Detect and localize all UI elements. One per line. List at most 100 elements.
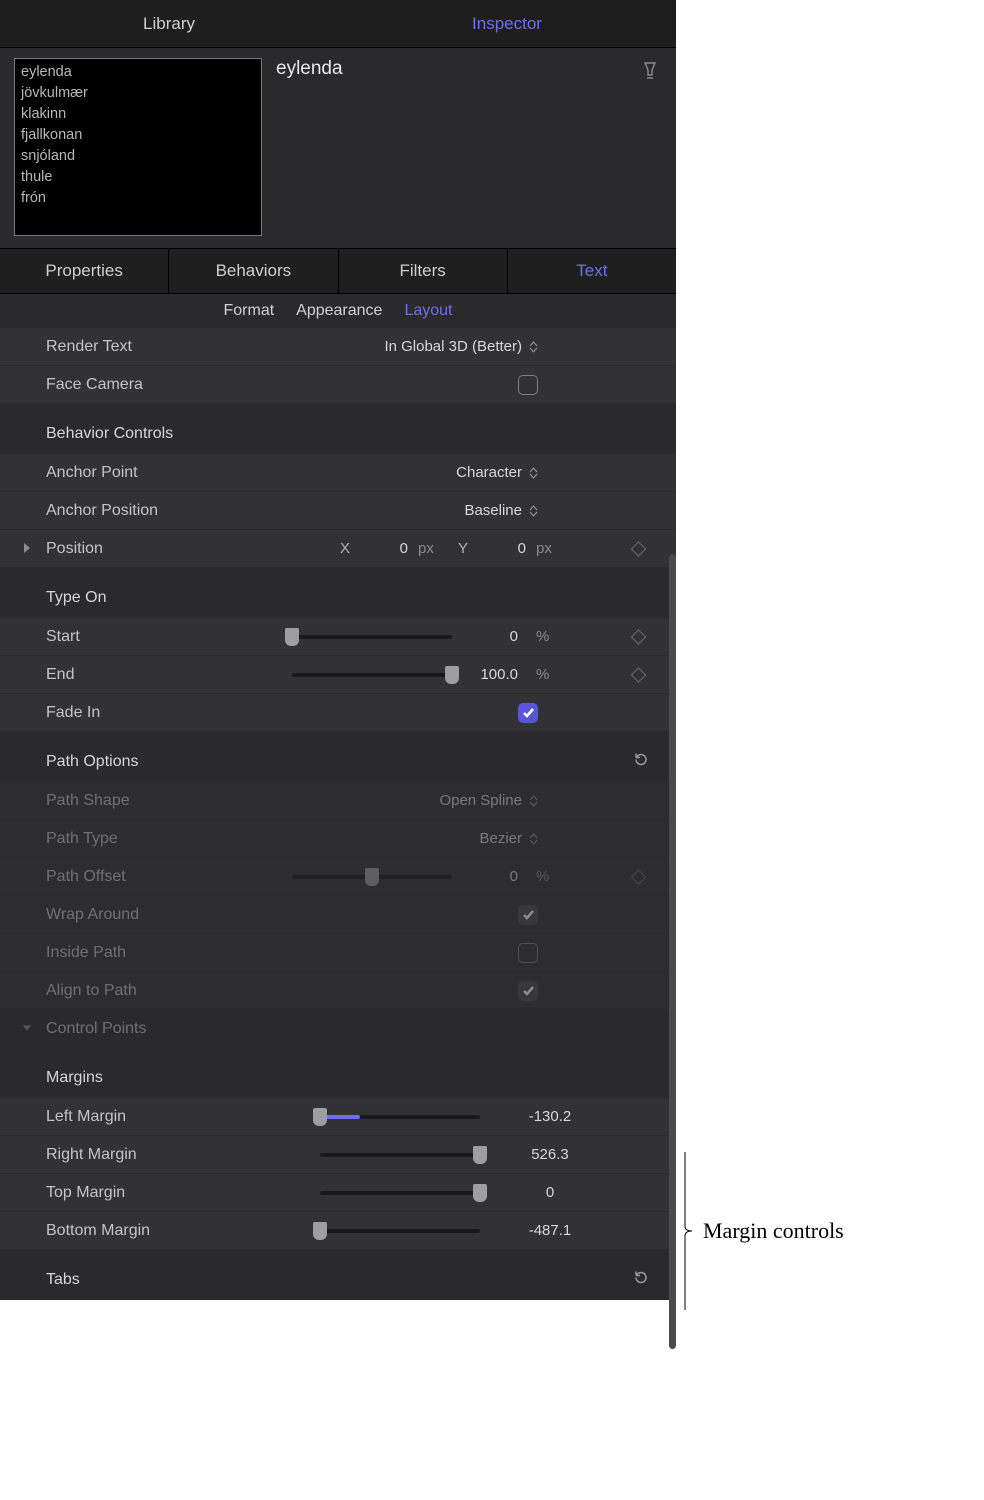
row-position: Position X 0 px Y 0 px [0, 530, 676, 568]
path-offset-value: 0 [470, 868, 518, 885]
wrap-around-checkbox [518, 905, 538, 925]
subtab-filters[interactable]: Filters [339, 249, 508, 293]
row-start: Start 0 % [0, 618, 676, 656]
row-inside-path: Inside Path [0, 934, 676, 972]
top-margin-slider[interactable] [320, 1191, 480, 1195]
start-slider[interactable] [292, 635, 452, 639]
anchor-point-dropdown[interactable]: Character [456, 464, 538, 481]
row-render-text: Render Text In Global 3D (Better) [0, 328, 676, 366]
tab-inspector[interactable]: Inspector [338, 0, 676, 47]
section-margins: Margins [0, 1058, 676, 1098]
path-offset-label: Path Offset [46, 868, 206, 886]
mode-format[interactable]: Format [223, 302, 274, 320]
sub-tabs: Properties Behaviors Filters Text [0, 248, 676, 294]
left-margin-value[interactable]: -130.2 [510, 1108, 590, 1125]
section-path-options: Path Options [0, 742, 676, 782]
render-text-value: In Global 3D (Better) [384, 338, 522, 355]
left-margin-slider[interactable] [320, 1115, 480, 1119]
render-text-label: Render Text [46, 338, 206, 356]
control-points-label: Control Points [46, 1020, 206, 1038]
wrap-around-label: Wrap Around [46, 906, 206, 924]
stepper-icon [529, 341, 538, 353]
tab-library[interactable]: Library [0, 0, 338, 47]
top-margin-label: Top Margin [46, 1184, 206, 1202]
align-to-path-checkbox [518, 981, 538, 1001]
fade-in-checkbox[interactable] [518, 703, 538, 723]
top-margin-value[interactable]: 0 [510, 1184, 590, 1201]
preview-line: jövkulmær [21, 83, 255, 104]
tabs-label: Tabs [46, 1271, 80, 1289]
subtab-properties[interactable]: Properties [0, 249, 169, 293]
right-margin-slider[interactable] [320, 1153, 480, 1157]
end-value[interactable]: 100.0 [470, 666, 518, 683]
pos-y-value[interactable]: 0 [478, 540, 526, 557]
left-margin-label: Left Margin [46, 1108, 206, 1126]
end-unit: % [536, 666, 558, 683]
callout-label: Margin controls [703, 1218, 844, 1244]
inside-path-label: Inside Path [46, 944, 206, 962]
anchor-position-value: Baseline [464, 502, 522, 519]
path-type-dropdown: Bezier [479, 830, 538, 847]
row-align-to-path: Align to Path [0, 972, 676, 1010]
disclosure-right-icon[interactable] [22, 541, 32, 557]
start-label: Start [46, 628, 206, 646]
reset-icon[interactable] [632, 1269, 650, 1292]
row-bottom-margin: Bottom Margin -487.1 [0, 1212, 676, 1250]
pos-x-unit: px [418, 540, 440, 557]
face-camera-checkbox[interactable] [518, 375, 538, 395]
anchor-point-value: Character [456, 464, 522, 481]
pin-icon[interactable] [642, 58, 662, 238]
right-margin-value[interactable]: 526.3 [510, 1146, 590, 1163]
header: eylenda jövkulmær klakinn fjallkonan snj… [0, 48, 676, 248]
position-label: Position [46, 540, 166, 558]
scrollbar[interactable] [669, 554, 676, 1349]
mode-appearance[interactable]: Appearance [296, 302, 382, 320]
render-text-dropdown[interactable]: In Global 3D (Better) [384, 338, 538, 355]
path-offset-slider [292, 875, 452, 879]
end-label: End [46, 666, 206, 684]
inspector-panel: Library Inspector eylenda jövkulmær klak… [0, 0, 676, 1300]
bottom-margin-value[interactable]: -487.1 [510, 1222, 590, 1239]
preview-thumbnail: eylenda jövkulmær klakinn fjallkonan snj… [14, 58, 262, 236]
disclosure-down-icon [22, 1021, 32, 1037]
path-options-label: Path Options [46, 753, 139, 771]
preview-line: fjallkonan [21, 125, 255, 146]
object-title: eylenda [276, 58, 628, 238]
pos-x-value[interactable]: 0 [360, 540, 408, 557]
fade-in-label: Fade In [46, 704, 206, 722]
subtab-behaviors[interactable]: Behaviors [169, 249, 338, 293]
start-unit: % [536, 628, 558, 645]
row-top-margin: Top Margin 0 [0, 1174, 676, 1212]
path-offset-unit: % [536, 868, 558, 885]
reset-icon[interactable] [632, 751, 650, 774]
section-behavior-controls: Behavior Controls [0, 414, 676, 454]
callout-bracket [684, 1152, 700, 1310]
subtab-text[interactable]: Text [508, 249, 676, 293]
preview-line: frón [21, 188, 255, 209]
bottom-margin-label: Bottom Margin [46, 1222, 206, 1240]
row-anchor-point: Anchor Point Character [0, 454, 676, 492]
path-shape-dropdown: Open Spline [439, 792, 538, 809]
row-path-type: Path Type Bezier [0, 820, 676, 858]
start-value[interactable]: 0 [470, 628, 518, 645]
row-fade-in: Fade In [0, 694, 676, 732]
row-face-camera: Face Camera [0, 366, 676, 404]
stepper-icon [529, 833, 538, 845]
row-wrap-around: Wrap Around [0, 896, 676, 934]
path-type-label: Path Type [46, 830, 206, 848]
path-shape-label: Path Shape [46, 792, 206, 810]
preview-line: snjóland [21, 146, 255, 167]
path-shape-value: Open Spline [439, 792, 522, 809]
row-end: End 100.0 % [0, 656, 676, 694]
row-path-offset: Path Offset 0 % [0, 858, 676, 896]
align-to-path-label: Align to Path [46, 982, 206, 1000]
bottom-margin-slider[interactable] [320, 1229, 480, 1233]
mode-layout[interactable]: Layout [404, 302, 452, 320]
row-right-margin: Right Margin 526.3 [0, 1136, 676, 1174]
preview-line: klakinn [21, 104, 255, 125]
anchor-point-label: Anchor Point [46, 464, 206, 482]
end-slider[interactable] [292, 673, 452, 677]
path-type-value: Bezier [479, 830, 522, 847]
anchor-position-dropdown[interactable]: Baseline [464, 502, 538, 519]
stepper-icon [529, 795, 538, 807]
